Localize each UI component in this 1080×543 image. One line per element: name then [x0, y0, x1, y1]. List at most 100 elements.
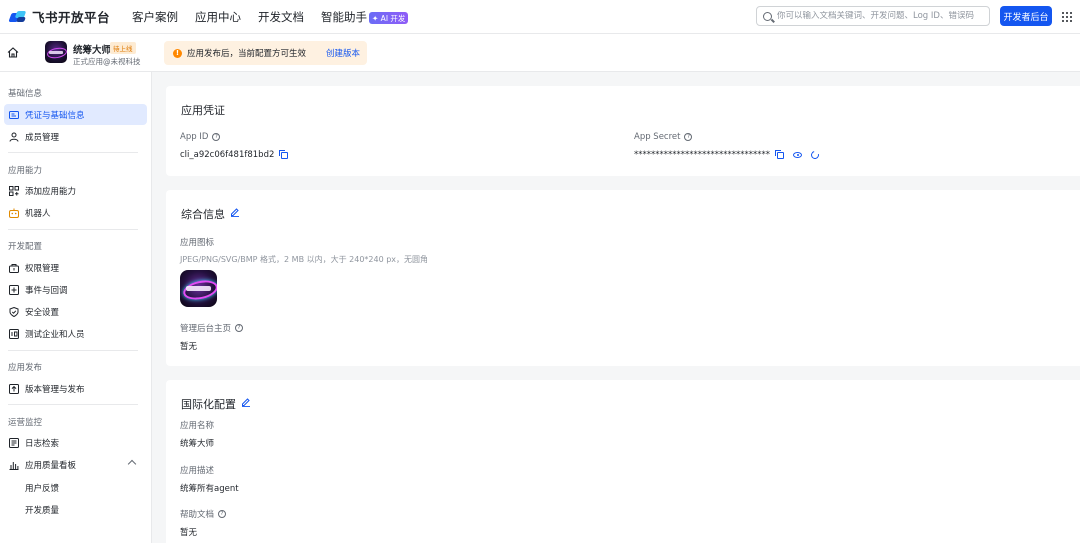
sidebar-item-label: 成员管理 — [25, 132, 60, 143]
sidebar-item-label: 凭证与基础信息 — [25, 110, 85, 121]
copy-icon[interactable] — [775, 149, 784, 159]
nav-customer-cases[interactable]: 客户案例 — [132, 9, 178, 25]
sidebar-item-label: 日志检索 — [25, 438, 60, 449]
help-doc-value: 暂无 — [180, 528, 198, 538]
help-doc-label: 帮助文档? — [180, 508, 227, 520]
sidebar-item-add-capability[interactable]: 添加应用能力 — [4, 180, 147, 201]
sidebar-item-bot[interactable]: 机器人 — [4, 202, 147, 223]
sidebar-item-members[interactable]: 成员管理 — [4, 126, 147, 147]
sidebar-item-security[interactable]: 安全设置 — [4, 301, 147, 322]
robot-icon — [9, 208, 19, 218]
nav-ai-assistant-label: 智能助手 — [321, 9, 368, 24]
app-avatar — [45, 41, 67, 63]
search-box[interactable] — [756, 6, 990, 26]
sidebar-item-quality-board[interactable]: 应用质量看板 — [4, 454, 147, 475]
homepage-label: 管理后台主页? — [180, 322, 244, 334]
eye-icon[interactable] — [793, 152, 802, 158]
app-desc-value: 统筹所有agent — [180, 484, 239, 494]
app-secret-label-text: App Secret — [634, 132, 681, 142]
ai-dev-badge: ✦ AI 开发 — [369, 12, 409, 24]
search-input[interactable] — [777, 11, 987, 21]
refresh-icon[interactable] — [809, 149, 821, 161]
chevron-up-icon[interactable] — [127, 459, 137, 469]
sidebar-item-label: 权限管理 — [25, 263, 60, 274]
sidebar-item-label: 测试企业和人员 — [25, 329, 85, 340]
app-icon-hint: JPEG/PNG/SVG/BMP 格式，2 MB 以内，大于 240*240 p… — [180, 255, 429, 264]
help-icon[interactable]: ? — [684, 133, 693, 141]
permission-icon — [9, 263, 19, 273]
edit-icon[interactable] — [241, 397, 251, 407]
upload-icon — [9, 383, 19, 394]
group-ops-monitoring: 运营监控 — [8, 418, 43, 428]
bar-chart-icon — [9, 460, 19, 470]
group-app-capabilities: 应用能力 — [8, 166, 43, 176]
notice-text: 应用发布后，当前配置方可生效 — [187, 49, 307, 59]
divider — [8, 229, 138, 230]
i18n-title: 国际化配置 — [181, 398, 236, 411]
divider — [8, 404, 138, 405]
divider — [8, 152, 138, 153]
sidebar-item-log-search[interactable]: 日志检索 — [4, 432, 147, 453]
create-version-link[interactable]: 创建版本 — [326, 47, 360, 59]
i18n-card: 国际化配置 应用名称 统筹大师 应用描述 统筹所有agent 帮助文档? 暂无 — [166, 380, 1080, 543]
sidebar-item-label: 事件与回调 — [25, 285, 68, 296]
app-id-label-text: App ID — [180, 132, 209, 142]
help-icon[interactable]: ? — [212, 133, 221, 141]
group-basic-info: 基础信息 — [8, 89, 43, 99]
apps-icon — [9, 185, 19, 196]
app-name: 统筹大师 — [73, 45, 112, 56]
sidebar-subitem-user-feedback[interactable]: 用户反馈 — [25, 482, 59, 494]
sidebar-item-test-tenants[interactable]: 测试企业和人员 — [4, 323, 147, 344]
feishu-logo-icon — [8, 10, 27, 23]
help-icon[interactable]: ? — [235, 324, 244, 332]
app-secret-text: ******************************** — [634, 150, 770, 160]
copy-icon[interactable] — [279, 149, 289, 159]
sidebar-subitem-dev-quality[interactable]: 开发质量 — [25, 504, 59, 516]
app-icon-label: 应用图标 — [180, 238, 215, 248]
app-header-bar: 统筹大师 待上线 正式应用@未视科技 ! 应用发布后，当前配置方可生效 创建版本 — [0, 34, 1080, 72]
app-secret-value: ******************************** — [634, 149, 821, 161]
help-doc-label-text: 帮助文档 — [180, 510, 215, 520]
app-secret-label: App Secret? — [634, 132, 693, 142]
divider — [8, 350, 138, 351]
app-icon-image[interactable] — [180, 270, 217, 307]
app-name-value: 统筹大师 — [180, 439, 215, 449]
event-icon — [9, 284, 19, 295]
search-icon — [763, 11, 772, 21]
test-icon — [9, 328, 19, 339]
sidebar-item-label: 安全设置 — [25, 307, 60, 318]
warning-icon: ! — [173, 48, 182, 58]
brand[interactable]: 飞书开放平台 — [8, 7, 111, 26]
sidebar-item-label: 应用质量看板 — [25, 460, 77, 471]
app-grid-icon[interactable] — [1062, 12, 1072, 22]
user-icon — [9, 132, 19, 142]
sidebar-item-events[interactable]: 事件与回调 — [4, 279, 147, 300]
app-id-label: App ID? — [180, 132, 221, 142]
credentials-card: 应用凭证 App ID? cli_a92c06f481f81bd2 App Se… — [166, 86, 1080, 176]
home-icon[interactable] — [7, 47, 19, 58]
nav-dev-docs[interactable]: 开发文档 — [258, 9, 304, 25]
app-id-text: cli_a92c06f481f81bd2 — [180, 150, 275, 160]
dev-console-button[interactable]: 开发者后台 — [1000, 6, 1052, 26]
nav-app-center[interactable]: 应用中心 — [195, 9, 241, 25]
app-name-label: 应用名称 — [180, 421, 215, 431]
homepage-value: 暂无 — [180, 342, 198, 352]
top-navigation: 飞书开放平台 客户案例 应用中心 开发文档 智能助手✦ AI 开发 开发者后台 — [0, 0, 1080, 34]
homepage-label-text: 管理后台主页 — [180, 324, 232, 334]
sidebar-item-label: 添加应用能力 — [25, 186, 77, 197]
sidebar: 基础信息 凭证与基础信息 成员管理 应用能力 添加应用能力 机器人 开发配置 权… — [0, 72, 152, 543]
publish-notice: ! 应用发布后，当前配置方可生效 创建版本 — [164, 41, 367, 65]
edit-icon[interactable] — [230, 207, 240, 217]
help-icon[interactable]: ? — [218, 510, 227, 518]
status-badge: 待上线 — [110, 42, 136, 54]
sidebar-item-permissions[interactable]: 权限管理 — [4, 257, 147, 278]
nav-ai-assistant[interactable]: 智能助手 ✦ AI 开发 — [321, 9, 409, 25]
id-card-icon — [9, 110, 19, 120]
sidebar-item-label: 机器人 — [25, 208, 51, 219]
general-info-title: 综合信息 — [181, 208, 225, 221]
sidebar-item-versions[interactable]: 版本管理与发布 — [4, 378, 147, 399]
brand-name: 飞书开放平台 — [32, 10, 111, 25]
sidebar-item-credentials[interactable]: 凭证与基础信息 — [4, 104, 147, 125]
group-app-release: 应用发布 — [8, 363, 43, 373]
credentials-title: 应用凭证 — [181, 104, 225, 117]
